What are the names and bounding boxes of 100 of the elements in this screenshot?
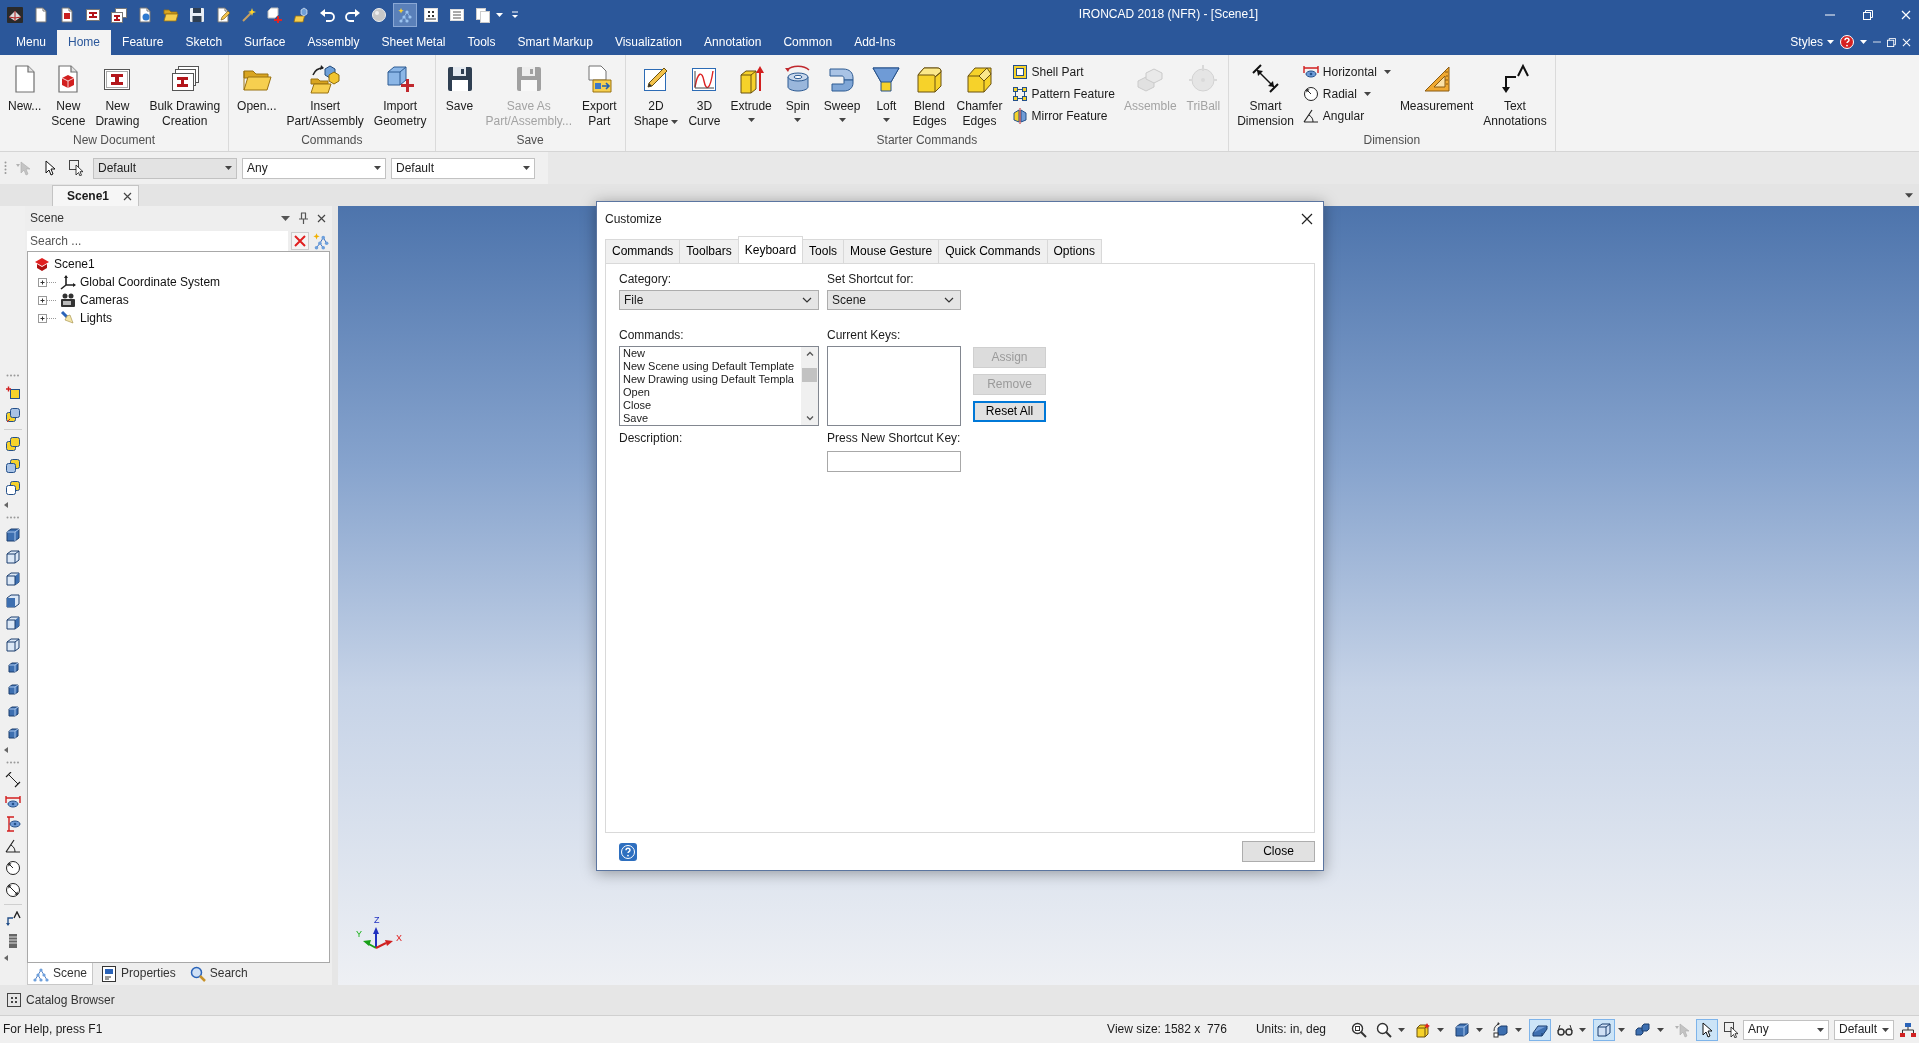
tree-item[interactable]: Global Coordinate System xyxy=(80,274,221,290)
close-button[interactable]: Close xyxy=(1242,841,1315,862)
ribbon-button[interactable]: Chamfer Edges xyxy=(951,61,1008,131)
ribbon-button[interactable]: Spin xyxy=(776,61,819,124)
hierarchy-icon[interactable] xyxy=(1900,1021,1916,1038)
list-item[interactable]: Close xyxy=(623,399,801,412)
overflow-arrow-icon[interactable] xyxy=(4,955,8,961)
caret-icon[interactable] xyxy=(1618,1027,1625,1032)
tab[interactable]: Toolbars xyxy=(679,239,739,263)
ribbon-button[interactable]: Bulk Drawing Creation xyxy=(144,61,226,131)
caret-icon[interactable] xyxy=(1398,1027,1405,1032)
caret-icon[interactable] xyxy=(1657,1027,1664,1032)
tab[interactable]: Options xyxy=(1046,239,1102,263)
caret-icon[interactable] xyxy=(1860,40,1867,44)
ribbon-button[interactable]: Sweep xyxy=(818,61,866,124)
tree-item[interactable]: Cameras xyxy=(80,292,129,308)
ribbon-tab[interactable]: Home xyxy=(57,30,112,55)
dropdown[interactable]: Default xyxy=(1834,1019,1894,1040)
ribbon-button[interactable]: Save xyxy=(438,61,481,116)
ribbon-button[interactable]: 2D Shape xyxy=(628,61,684,131)
overlapping-squares-icon[interactable] xyxy=(4,458,21,474)
caret-icon[interactable] xyxy=(281,215,290,221)
ribbon-button[interactable]: Blend Edges xyxy=(907,61,952,131)
scrollbar[interactable] xyxy=(801,347,818,425)
dropdown[interactable]: Any xyxy=(1743,1019,1829,1040)
keys-list[interactable] xyxy=(827,346,961,426)
caret-icon[interactable] xyxy=(1515,1027,1522,1032)
scroll-down-icon[interactable] xyxy=(805,416,814,421)
ribbon-tab[interactable]: Annotation xyxy=(693,30,773,55)
tab[interactable]: Tools xyxy=(802,239,845,263)
caret-icon[interactable] xyxy=(1579,1027,1586,1032)
caret-icon[interactable] xyxy=(1476,1027,1483,1032)
grip-handle[interactable] xyxy=(4,161,7,175)
ribbon-tab[interactable]: Common xyxy=(772,30,844,55)
expand-icon[interactable] xyxy=(38,277,56,287)
search-field[interactable]: Search ... xyxy=(27,230,288,251)
ribbon-button[interactable]: Shell Part xyxy=(1007,61,1119,83)
tab[interactable]: Mouse Gesture xyxy=(843,239,940,263)
panel-tab[interactable]: Scene xyxy=(27,963,94,985)
expand-icon[interactable] xyxy=(38,295,56,305)
close-icon[interactable] xyxy=(123,191,133,201)
vertical-dimension-icon[interactable] xyxy=(4,816,21,832)
scrollbar-thumb[interactable] xyxy=(802,368,817,382)
scroll-up-icon[interactable] xyxy=(805,351,814,356)
ribbon-button[interactable]: New... xyxy=(3,61,47,116)
tree-item[interactable]: Scene1 xyxy=(54,256,95,272)
ribbon-button[interactable]: Pattern Feature xyxy=(1007,83,1119,105)
overlapping-squares-icon[interactable] xyxy=(4,480,21,496)
overlapping-squares-icon[interactable] xyxy=(4,407,21,423)
circle-radius-icon[interactable] xyxy=(4,860,21,876)
caret-icon[interactable] xyxy=(1437,1027,1444,1032)
ribbon-button[interactable]: Import Geometry xyxy=(368,61,432,131)
list-item[interactable]: New Scene using Default Template xyxy=(623,360,801,373)
dropdown[interactable]: File xyxy=(619,290,819,310)
cube-icon[interactable] xyxy=(4,615,21,631)
ribbon-tab[interactable]: Assembly xyxy=(296,30,371,55)
tree-item[interactable]: Lights xyxy=(80,310,113,326)
list-item[interactable]: Save xyxy=(623,412,801,425)
tab[interactable]: Quick Commands xyxy=(938,239,1048,263)
catalog-browser-tab[interactable]: Catalog Browser xyxy=(7,992,115,1008)
circle-diameter-icon[interactable] xyxy=(4,882,21,898)
overlapping-squares-icon[interactable] xyxy=(4,436,21,452)
ribbon-tab[interactable]: Menu xyxy=(5,30,58,55)
caret-icon[interactable] xyxy=(1827,40,1834,44)
ribbon-tab[interactable]: Tools xyxy=(456,30,507,55)
square-plus-icon[interactable] xyxy=(4,385,21,401)
cube-icon[interactable] xyxy=(4,527,21,543)
dropdown[interactable]: Default xyxy=(391,157,535,179)
cube-icon[interactable] xyxy=(4,593,21,609)
list-item[interactable]: New Drawing using Default Templa xyxy=(623,373,801,386)
help-icon[interactable] xyxy=(619,842,637,861)
ribbon-button[interactable]: Loft xyxy=(865,61,908,124)
sparkle-tree-icon[interactable] xyxy=(393,2,417,27)
wire-cube-icon[interactable] xyxy=(1593,1018,1615,1041)
pin-icon[interactable] xyxy=(299,212,308,224)
ribbon-tab[interactable]: Surface xyxy=(233,30,297,55)
close-icon[interactable] xyxy=(1301,213,1313,225)
ribbon-button[interactable]: 3D Curve xyxy=(683,61,726,131)
grip-handle[interactable] xyxy=(5,516,20,519)
ribbon-button[interactable]: Measurement xyxy=(1394,61,1479,116)
dropdown[interactable]: Any xyxy=(242,157,386,179)
diagonal-dimension-icon[interactable] xyxy=(4,772,21,788)
cube-icon[interactable] xyxy=(4,637,21,653)
ribbon-button[interactable]: Smart Dimension xyxy=(1232,61,1299,131)
list-item[interactable]: New xyxy=(623,347,801,360)
cube-icon[interactable] xyxy=(4,549,21,565)
angle-icon[interactable] xyxy=(4,838,21,854)
grip-handle[interactable] xyxy=(5,374,20,377)
caret-icon[interactable] xyxy=(496,12,503,17)
ribbon-tab[interactable]: Visualization xyxy=(603,30,694,55)
ribbon-button[interactable]: Horizontal xyxy=(1298,61,1395,83)
ribbon-button[interactable]: Radial xyxy=(1298,83,1395,105)
ribbon-button[interactable]: Angular xyxy=(1298,105,1395,127)
ribbon-tab[interactable]: Feature xyxy=(111,30,175,55)
ribbon-tab[interactable]: Sheet Metal xyxy=(370,30,457,55)
leader-arrow-icon[interactable] xyxy=(4,911,21,927)
ribbon-button[interactable]: Extrude xyxy=(725,61,777,124)
ribbon-tab[interactable]: Smart Markup xyxy=(506,30,604,55)
caret-icon[interactable] xyxy=(1905,192,1913,198)
dropdown[interactable]: Scene xyxy=(827,290,961,310)
